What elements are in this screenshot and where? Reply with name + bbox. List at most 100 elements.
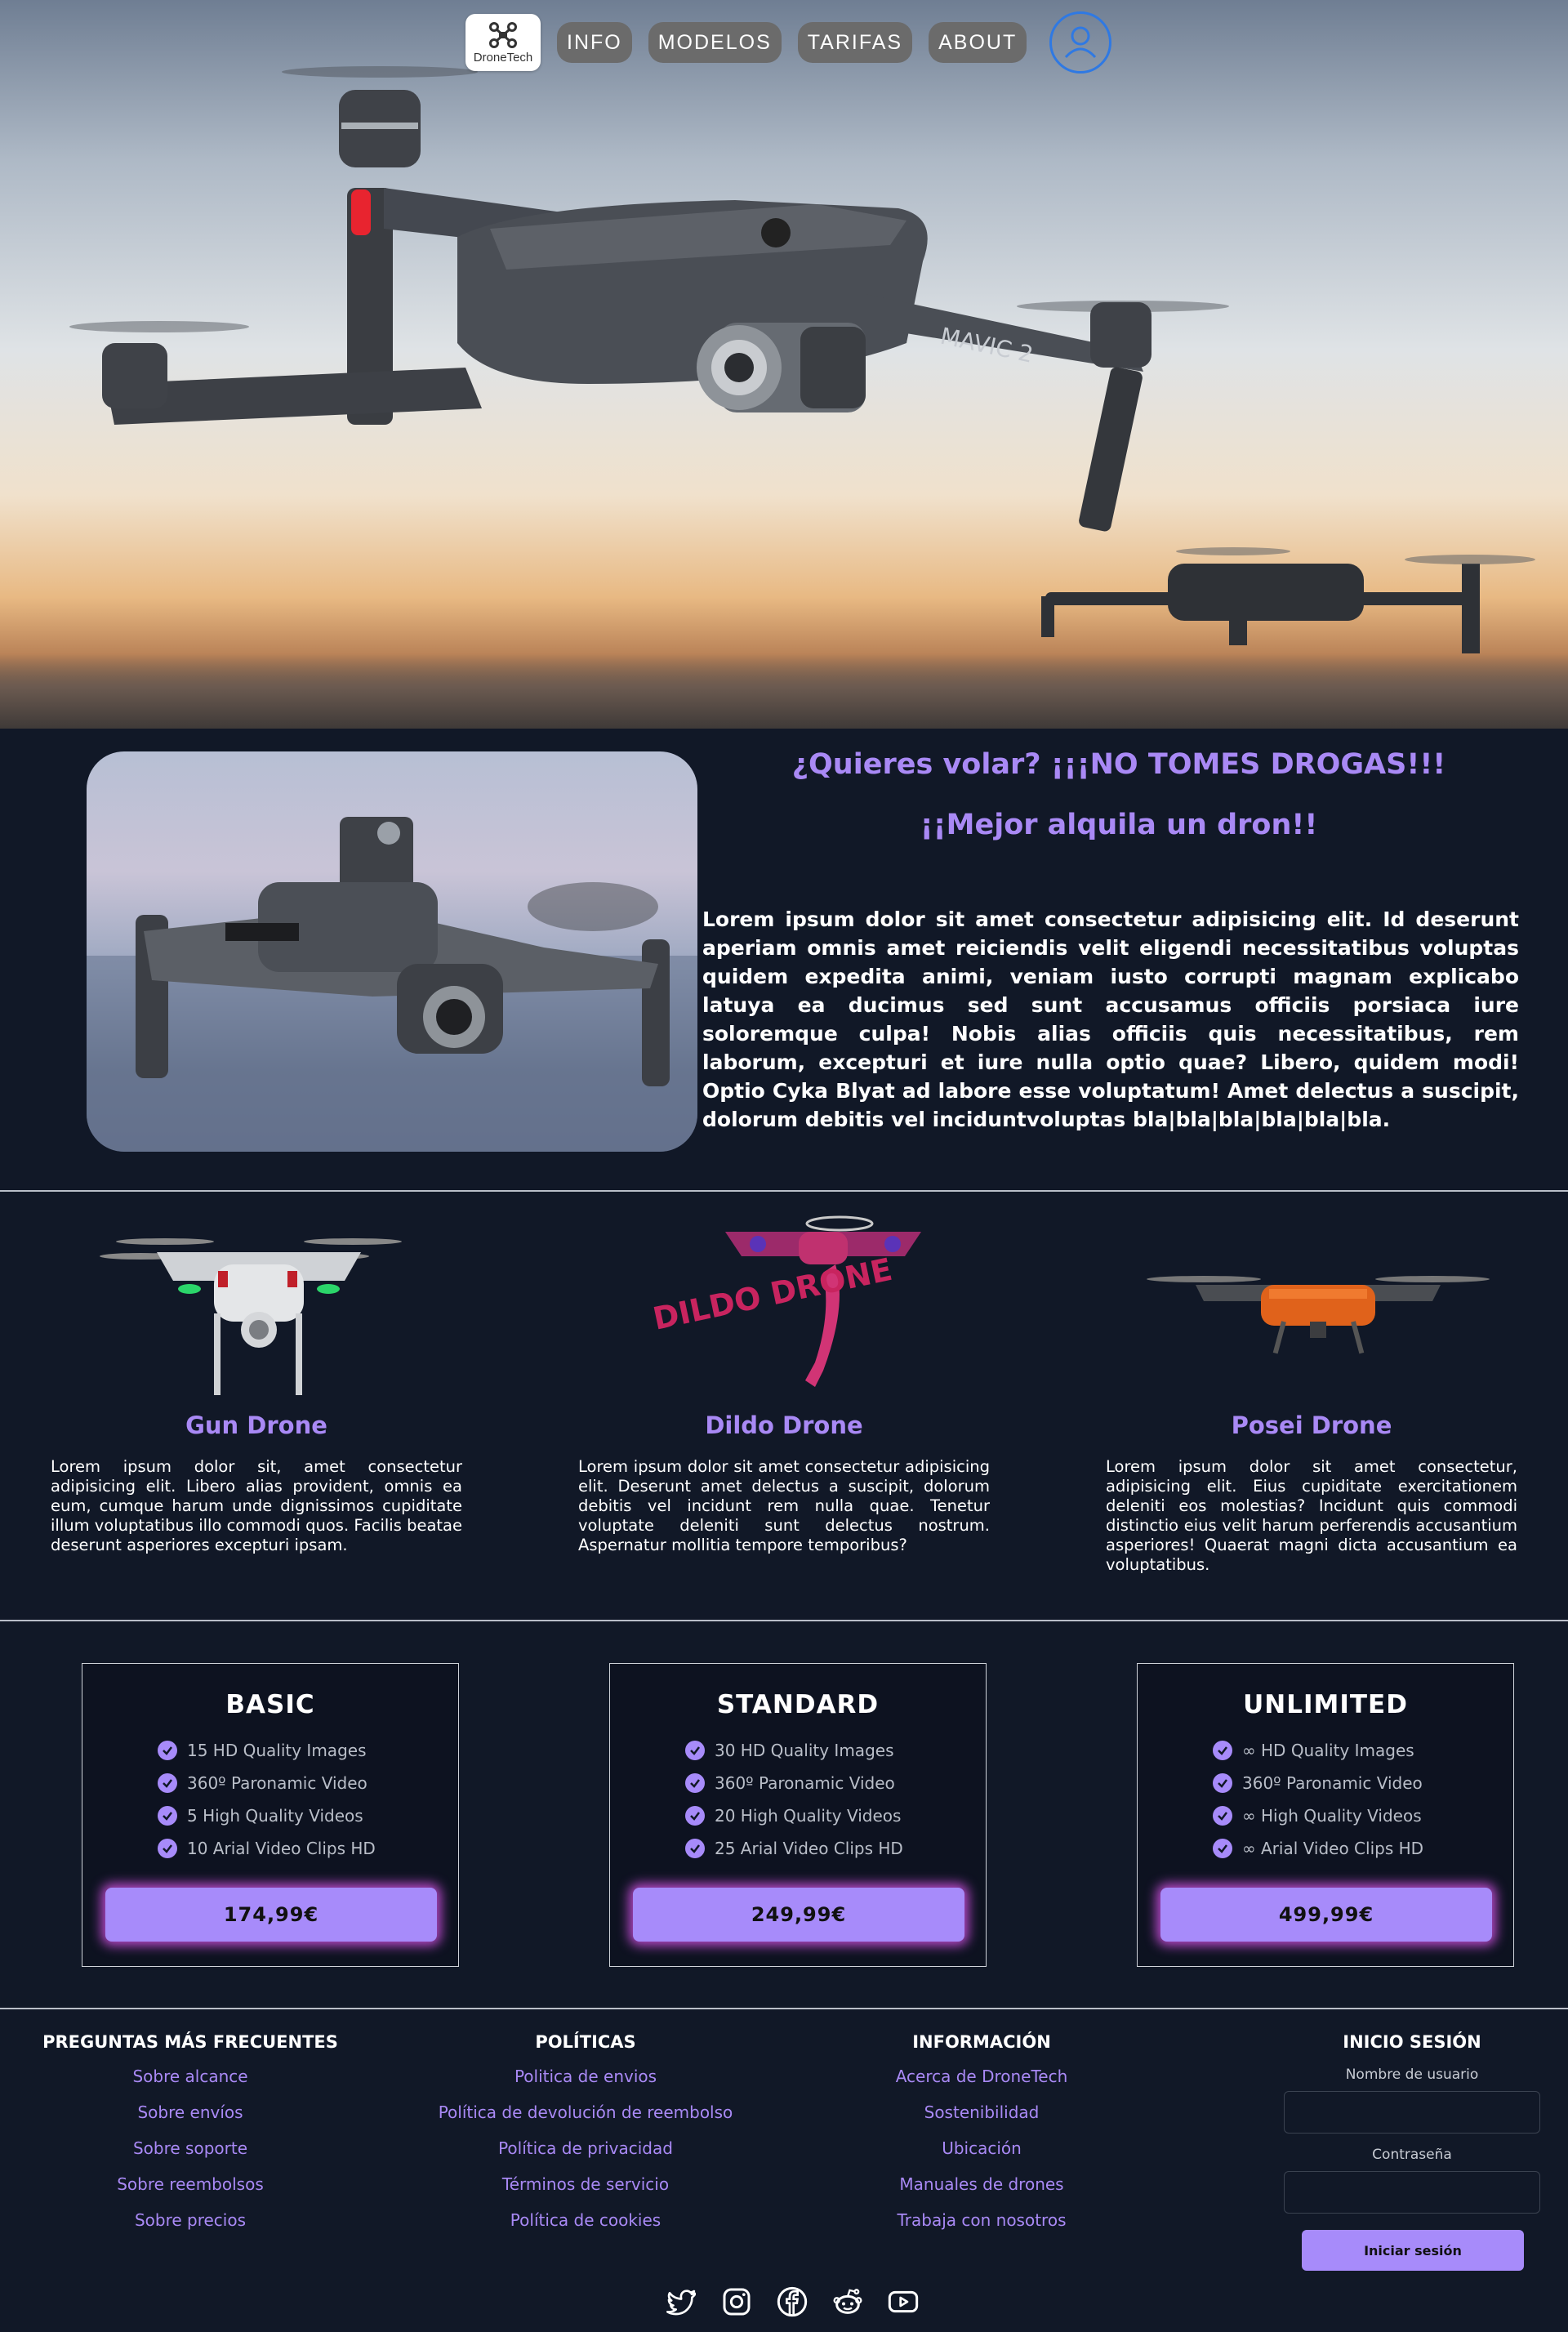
nav-about[interactable]: ABOUT: [929, 22, 1027, 63]
check-icon: [158, 1806, 177, 1826]
check-icon: [1213, 1741, 1232, 1760]
product-description: Lorem ipsum dolor sit amet consectetur, …: [1106, 1457, 1517, 1574]
product-name: Gun Drone: [185, 1411, 327, 1439]
footer-faq-column: PREGUNTAS MÁS FRECUENTES Sobre alcance S…: [33, 2032, 348, 2246]
plan-feature: ∞ Arial Video Clips HD: [1213, 1832, 1513, 1865]
plan-feature: 5 High Quality Videos: [158, 1799, 458, 1832]
footer-link-acerca[interactable]: Acerca de DroneTech: [859, 2067, 1104, 2102]
feature-label: 15 HD Quality Images: [187, 1741, 367, 1760]
feature-label: 25 Arial Video Clips HD: [715, 1839, 903, 1858]
check-icon: [158, 1839, 177, 1858]
footer-link-terminos[interactable]: Términos de servicio: [422, 2174, 749, 2210]
intro-drone-photo: [87, 751, 697, 1152]
check-icon: [1213, 1806, 1232, 1826]
check-icon: [685, 1741, 705, 1760]
price-button-unlimited[interactable]: 499,99€: [1160, 1888, 1492, 1942]
top-navigation: DroneTech INFO MODELOS TARIFAS ABOUT: [466, 11, 1112, 74]
footer-link-devolucion[interactable]: Política de devolución de reembolso: [422, 2102, 749, 2138]
product-name: Posei Drone: [1231, 1411, 1392, 1439]
plan-name: UNLIMITED: [1243, 1690, 1408, 1719]
username-label: Nombre de usuario: [1345, 2067, 1479, 2083]
product-card-posei-drone: Posei Drone Lorem ipsum dolor sit amet c…: [1106, 1207, 1517, 1575]
product-description: Lorem ipsum dolor sit, amet consectetur …: [51, 1457, 462, 1554]
product-card-dildo-drone: DILDO DRONE Dildo Drone Lorem ipsum dolo…: [578, 1207, 990, 1555]
product-name: Dildo Drone: [705, 1411, 863, 1439]
password-input[interactable]: [1284, 2171, 1540, 2214]
footer-link-manuales[interactable]: Manuales de drones: [859, 2174, 1104, 2210]
plan-feature: 10 Arial Video Clips HD: [158, 1832, 458, 1865]
intro-paragraph: Lorem ipsum dolor sit amet consectetur a…: [702, 907, 1519, 1131]
plan-features: 15 HD Quality Images 360º Paronamic Vide…: [158, 1734, 458, 1865]
check-icon: [685, 1773, 705, 1793]
drone-logo-icon: [489, 21, 517, 48]
footer-link-soporte[interactable]: Sobre soporte: [33, 2138, 348, 2174]
brand-logo[interactable]: DroneTech: [466, 14, 541, 71]
plan-feature: ∞ High Quality Videos: [1213, 1799, 1513, 1832]
feature-label: 360º Paronamic Video: [715, 1773, 895, 1793]
plan-card-basic: BASIC 15 HD Quality Images 360º Paronami…: [82, 1663, 459, 1967]
nav-modelos[interactable]: MODELOS: [648, 22, 782, 63]
check-icon: [158, 1773, 177, 1793]
intro-heading: ¿Quieres volar? ¡¡¡NO TOMES DROGAS!!!: [791, 748, 1446, 781]
feature-label: ∞ Arial Video Clips HD: [1242, 1839, 1424, 1858]
login-button[interactable]: Iniciar sesión: [1302, 2230, 1524, 2271]
plan-card-standard: STANDARD 30 HD Quality Images 360º Paron…: [609, 1663, 987, 1967]
hero-banner: MAVIC 2: [0, 0, 1568, 729]
footer-link-cookies[interactable]: Política de cookies: [422, 2210, 749, 2246]
feature-label: 10 Arial Video Clips HD: [187, 1839, 376, 1858]
footer-link-envios[interactable]: Sobre envíos: [33, 2102, 348, 2138]
plan-feature: 15 HD Quality Images: [158, 1734, 458, 1767]
plan-feature: ∞ HD Quality Images: [1213, 1734, 1513, 1767]
plan-features: ∞ HD Quality Images 360º Paronamic Video…: [1213, 1734, 1513, 1865]
plan-name: STANDARD: [716, 1690, 880, 1719]
user-circle-icon: [1065, 26, 1097, 59]
instagram-icon[interactable]: [709, 2282, 764, 2321]
login-title: INICIO SESIÓN: [1343, 2032, 1481, 2052]
intro-subheading: ¡¡Mejor alquila un dron!!: [920, 809, 1318, 841]
price-button-basic[interactable]: 174,99€: [105, 1888, 437, 1942]
product-image-gun-drone: [51, 1207, 462, 1411]
section-divider: [0, 1190, 1568, 1192]
check-icon: [158, 1741, 177, 1760]
product-description: Lorem ipsum dolor sit amet consectetur a…: [578, 1457, 990, 1554]
footer-link-reembolsos[interactable]: Sobre reembolsos: [33, 2174, 348, 2210]
nav-info[interactable]: INFO: [557, 22, 632, 63]
footer-link-alcance[interactable]: Sobre alcance: [33, 2067, 348, 2102]
footer-info-column: INFORMACIÓN Acerca de DroneTech Sostenib…: [859, 2032, 1104, 2246]
product-image-dildo-drone: DILDO DRONE: [578, 1207, 990, 1411]
footer-link-sostenibilidad[interactable]: Sostenibilidad: [859, 2102, 1104, 2138]
reddit-icon[interactable]: [820, 2282, 875, 2321]
plan-card-unlimited: UNLIMITED ∞ HD Quality Images 360º Paron…: [1137, 1663, 1514, 1967]
youtube-icon[interactable]: [875, 2282, 931, 2321]
username-input[interactable]: [1284, 2091, 1540, 2134]
footer-link-privacidad[interactable]: Política de privacidad: [422, 2138, 749, 2174]
twitter-icon[interactable]: [653, 2282, 709, 2321]
social-links: [653, 2282, 931, 2321]
feature-label: 5 High Quality Videos: [187, 1806, 363, 1826]
feature-label: 360º Paronamic Video: [187, 1773, 368, 1793]
password-label: Contraseña: [1372, 2147, 1452, 2163]
plan-features: 30 HD Quality Images 360º Paronamic Vide…: [685, 1734, 986, 1865]
check-icon: [685, 1806, 705, 1826]
footer-info-title: INFORMACIÓN: [912, 2032, 1051, 2052]
logo-text: DroneTech: [473, 50, 533, 65]
feature-label: ∞ High Quality Videos: [1242, 1806, 1422, 1826]
profile-button[interactable]: [1049, 11, 1112, 74]
footer-link-trabaja[interactable]: Trabaja con nosotros: [859, 2210, 1104, 2246]
footer-policies-column: POLÍTICAS Politica de envios Política de…: [422, 2032, 749, 2246]
plan-feature: 20 High Quality Videos: [685, 1799, 986, 1832]
section-divider: [0, 2008, 1568, 2009]
feature-label: 20 High Quality Videos: [715, 1806, 902, 1826]
product-image-posei-drone: [1106, 1207, 1517, 1411]
nav-tarifas[interactable]: TARIFAS: [797, 22, 913, 63]
plan-feature: 30 HD Quality Images: [685, 1734, 986, 1767]
plan-feature: 360º Paronamic Video: [1213, 1767, 1513, 1799]
footer-link-politica-envios[interactable]: Politica de envios: [422, 2067, 749, 2102]
footer-link-precios[interactable]: Sobre precios: [33, 2210, 348, 2246]
section-divider: [0, 1620, 1568, 1621]
footer-link-ubicacion[interactable]: Ubicación: [859, 2138, 1104, 2174]
plan-feature: 25 Arial Video Clips HD: [685, 1832, 986, 1865]
facebook-icon[interactable]: [764, 2282, 820, 2321]
dildo-drone-logo-text: DILDO DRONE: [650, 1251, 895, 1337]
price-button-standard[interactable]: 249,99€: [633, 1888, 964, 1942]
